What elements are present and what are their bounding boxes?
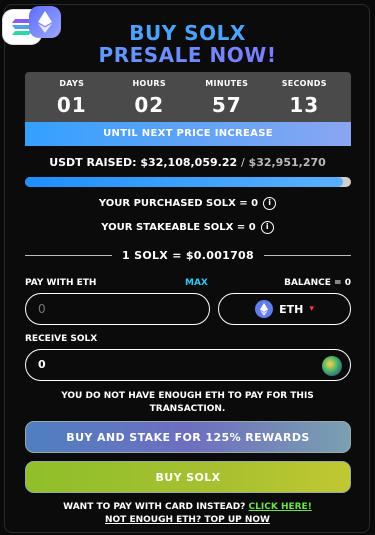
info-icon[interactable]: i — [263, 197, 277, 210]
raised-progress-bar — [25, 177, 351, 187]
divider — [263, 254, 351, 256]
click-here-link[interactable]: CLICK HERE! — [249, 502, 312, 512]
countdown-value: 02 — [134, 93, 165, 117]
price-increase-banner: UNTIL NEXT PRICE INCREASE — [25, 122, 351, 146]
countdown-seconds: SECONDS 13 — [270, 72, 338, 122]
exchange-rate: 1 SOLX = $0.001708 — [25, 247, 351, 263]
purchased-solx: YOUR PURCHASED SOLX = 0 i — [0, 197, 375, 210]
solx-token-icon — [322, 356, 342, 376]
pay-amount-input[interactable] — [25, 293, 210, 325]
raised-label: USDT RAISED: — [49, 156, 137, 169]
receive-amount-field[interactable]: 0 — [25, 349, 351, 381]
insufficient-eth-warning: YOU DO NOT HAVE ENOUGH ETH TO PAY FOR TH… — [61, 391, 314, 414]
countdown-hours: HOURS 02 — [115, 72, 183, 122]
countdown-value: 13 — [289, 93, 320, 117]
usdt-raised: USDT RAISED: $32,108,059.22 / $32,951,27… — [0, 156, 375, 169]
info-icon[interactable]: i — [260, 221, 274, 234]
countdown-value: 01 — [56, 93, 87, 117]
countdown-value: 57 — [211, 93, 242, 117]
pay-with-eth-label: PAY WITH ETH — [25, 278, 97, 288]
countdown-days: DAYS 01 — [38, 72, 106, 122]
balance-text: BALANCE = 0 — [284, 278, 351, 288]
pay-with-card: WANT TO PAY WITH CARD INSTEAD? CLICK HER… — [0, 502, 375, 512]
progress-fill — [25, 177, 343, 187]
chevron-down-icon: ▾ — [309, 304, 314, 314]
receive-solx-label: RECEIVE SOLX — [25, 334, 98, 344]
pay-labels: PAY WITH ETH MAX BALANCE = 0 — [25, 278, 351, 290]
pay-with-card-text: WANT TO PAY WITH CARD INSTEAD? — [63, 502, 246, 512]
stakeable-solx: YOUR STAKEABLE SOLX = 0 i — [0, 221, 375, 234]
rate-text: 1 SOLX = $0.001708 — [122, 248, 254, 262]
top-up-link[interactable]: NOT ENOUGH ETH? TOP UP NOW — [0, 515, 375, 525]
buy-and-stake-button[interactable]: BUY AND STAKE FOR 125% REWARDS — [25, 421, 351, 453]
max-button[interactable]: MAX — [185, 278, 208, 288]
presale-title: BUY SOLX PRESALE NOW! — [0, 22, 375, 66]
countdown-label: HOURS — [132, 79, 166, 88]
receive-amount-value: 0 — [38, 358, 46, 371]
countdown-label: SECONDS — [281, 79, 327, 88]
eth-coin-icon — [255, 300, 274, 318]
title-line-1: BUY SOLX — [129, 21, 246, 45]
countdown-label: DAYS — [59, 79, 85, 88]
currency-select[interactable]: ETH ▾ — [218, 293, 351, 325]
raised-separator: / — [240, 156, 245, 169]
currency-label: ETH — [279, 302, 304, 316]
buy-solx-button[interactable]: BUY SOLX — [25, 461, 351, 493]
divider — [25, 254, 113, 256]
purchased-solx-text: YOUR PURCHASED SOLX = 0 — [98, 198, 259, 209]
title-line-2: PRESALE NOW! — [0, 44, 375, 66]
countdown-minutes: MINUTES 57 — [193, 72, 261, 122]
stakeable-solx-text: YOUR STAKEABLE SOLX = 0 — [101, 222, 256, 233]
raised-goal: $32,951,270 — [248, 156, 326, 169]
raised-amount: $32,108,059.22 — [140, 156, 238, 169]
countdown-timer: DAYS 01 HOURS 02 MINUTES 57 SECONDS 13 — [25, 72, 351, 122]
countdown-label: MINUTES — [205, 79, 249, 88]
